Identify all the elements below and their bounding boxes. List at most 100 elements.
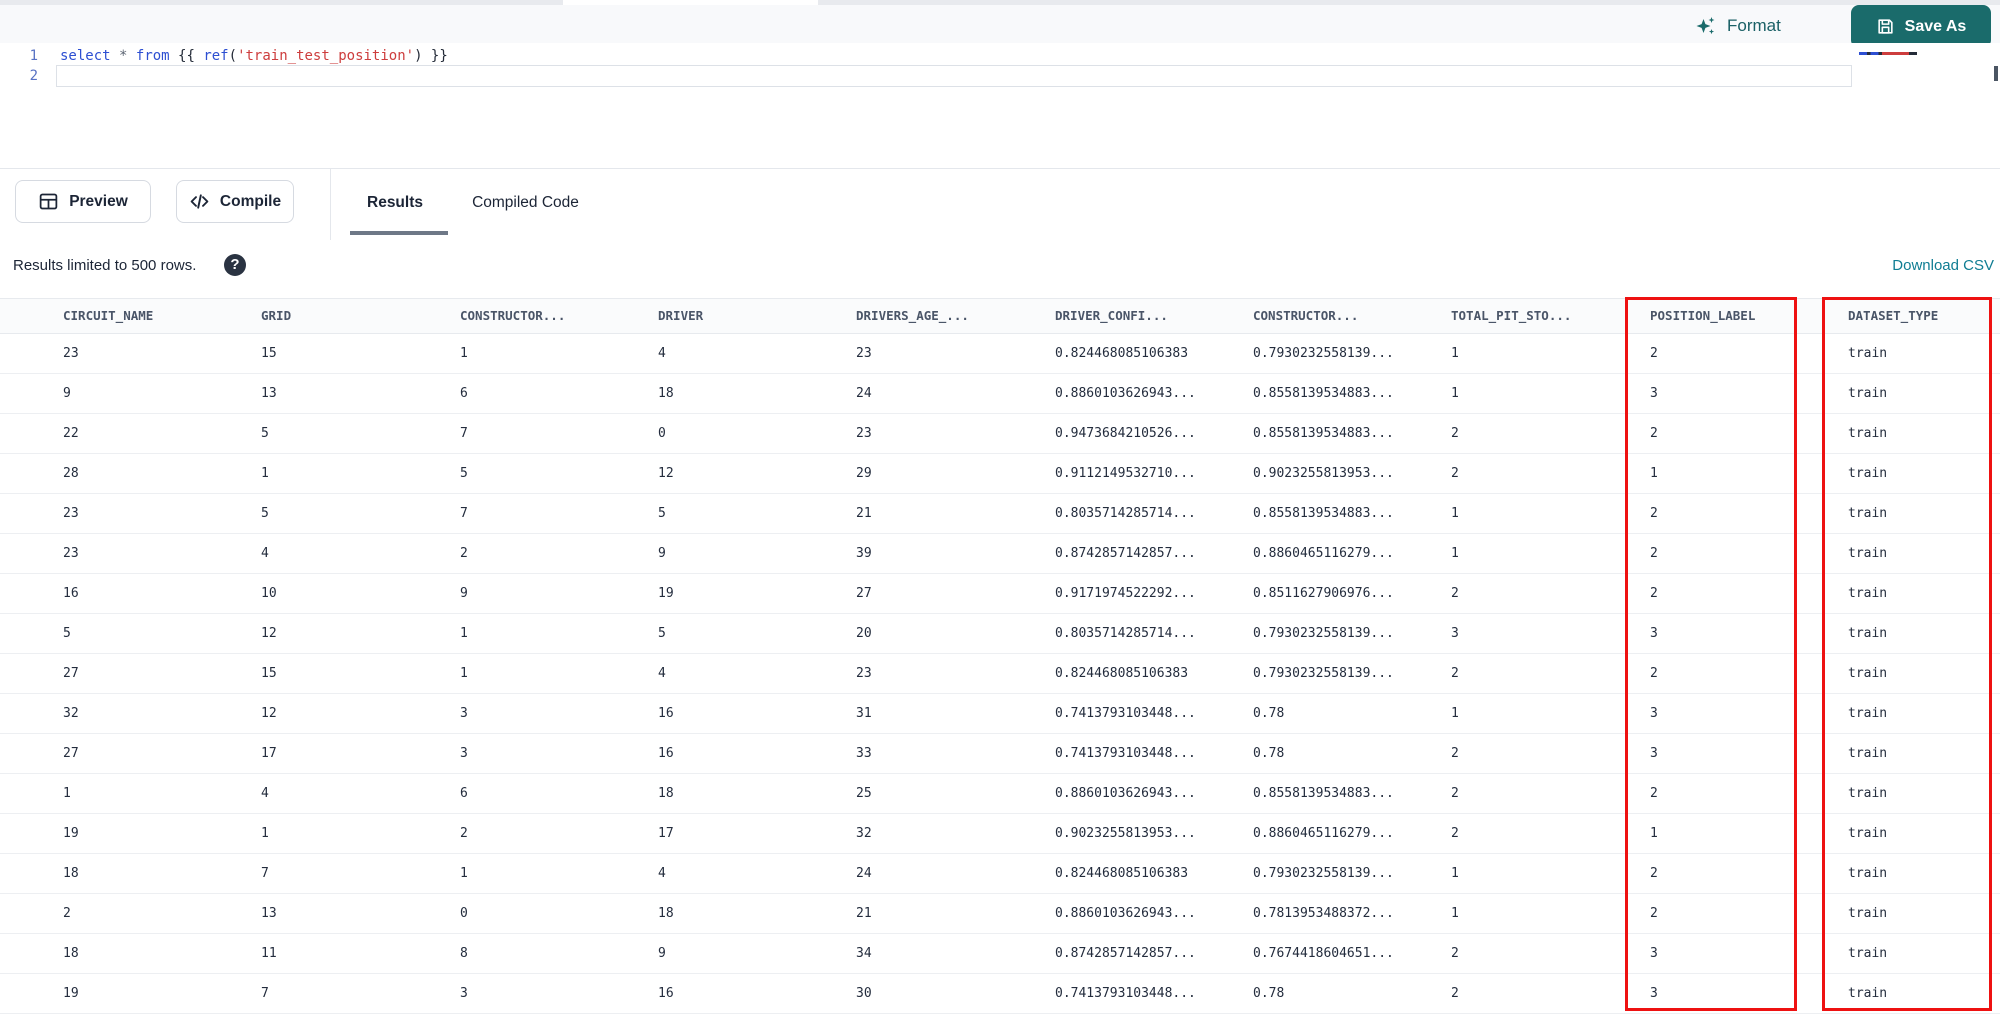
sql-editor[interactable]: 1 2 select * from {{ ref('train_test_pos…: [0, 43, 2000, 168]
help-icon[interactable]: ?: [224, 254, 246, 276]
table-cell: 0.9171974522292...: [1055, 586, 1196, 601]
minimap-code-line: [1859, 52, 1917, 55]
table-cell: 6: [460, 386, 468, 401]
table-cell: 4: [658, 346, 666, 361]
table-cell: 0: [460, 906, 468, 921]
table-cell: 25: [856, 786, 872, 801]
save-as-label: Save As: [1904, 17, 1967, 35]
table-cell: 2: [1451, 426, 1459, 441]
code-token: from: [135, 48, 170, 64]
table-cell: 0.7674418604651...: [1253, 946, 1394, 961]
table-cell: 16: [658, 746, 674, 761]
column-header: DRIVER_CONFI...: [1055, 308, 1168, 323]
table-cell: 18: [658, 386, 674, 401]
column-header: CIRCUIT_NAME: [63, 308, 154, 323]
table-cell: 0.8860465116279...: [1253, 546, 1394, 561]
table-cell: 6: [460, 786, 468, 801]
table-cell: 15: [261, 346, 277, 361]
code-line-1: select * from {{ ref('train_test_positio…: [60, 46, 448, 66]
tab-results[interactable]: Results: [360, 169, 430, 237]
table-cell: 0: [658, 426, 666, 441]
download-csv-link[interactable]: Download CSV: [1892, 257, 1994, 274]
save-as-button[interactable]: Save As: [1851, 5, 1991, 48]
table-cell: 2: [1451, 826, 1459, 841]
table-cell: 0.8558139534883...: [1253, 506, 1394, 521]
toolbar-divider: [330, 169, 331, 240]
line-number-1: 1: [29, 48, 38, 64]
table-cell: 0.824468085106383: [1055, 346, 1189, 361]
table-cell: 2: [1451, 946, 1459, 961]
table-cell: 1: [1451, 546, 1459, 561]
table-cell: 4: [658, 866, 666, 881]
column-header: TOTAL_PIT_STO...: [1451, 308, 1572, 323]
table-cell: 1: [1451, 346, 1459, 361]
compile-button[interactable]: Compile: [176, 180, 294, 223]
table-cell: 2: [1451, 586, 1459, 601]
highlight-box-dataset-type: [1822, 297, 1992, 1011]
table-cell: 16: [658, 706, 674, 721]
table-cell: 23: [63, 546, 79, 561]
table-cell: 8: [460, 946, 468, 961]
table-cell: 7: [261, 866, 269, 881]
table-cell: 0.8742857142857...: [1055, 946, 1196, 961]
sparkles-icon: [1694, 14, 1718, 38]
table-cell: 5: [261, 426, 269, 441]
table-cell: 3: [1451, 626, 1459, 641]
table-cell: 5: [63, 626, 71, 641]
table-cell: 0.8860103626943...: [1055, 786, 1196, 801]
row-limit-text: Results limited to 500 rows.: [13, 257, 197, 274]
table-cell: 19: [63, 826, 79, 841]
table-cell: 20: [856, 626, 872, 641]
preview-label: Preview: [69, 192, 128, 210]
table-cell: 0.7413793103448...: [1055, 706, 1196, 721]
results-info-bar: Results limited to 500 rows. ? Download …: [0, 240, 2000, 298]
table-cell: 0.9473684210526...: [1055, 426, 1196, 441]
column-header: DRIVERS_AGE_...: [856, 308, 969, 323]
code-token: ) }}: [414, 48, 448, 64]
table-cell: 2: [63, 906, 71, 921]
table-cell: 1: [1451, 386, 1459, 401]
table-cell: 0.7930232558139...: [1253, 346, 1394, 361]
table-cell: 7: [460, 426, 468, 441]
table-cell: 11: [261, 946, 277, 961]
tab-compiled-code[interactable]: Compiled Code: [463, 169, 588, 237]
table-cell: 0.8742857142857...: [1055, 546, 1196, 561]
table-cell: 0.78: [1253, 746, 1285, 761]
table-cell: 23: [856, 426, 872, 441]
dbt-ide-window: Format Save As 1 2 select * from {{ ref(…: [0, 0, 2000, 1020]
save-icon: [1876, 17, 1895, 36]
table-cell: 27: [63, 746, 79, 761]
table-cell: 27: [856, 586, 872, 601]
code-token: 'train_test_position': [237, 48, 415, 64]
table-cell: 7: [261, 986, 269, 1001]
table-cell: 1: [63, 786, 71, 801]
table-cell: 33: [856, 746, 872, 761]
editor-minimap[interactable]: [1855, 43, 2000, 168]
code-token: {{: [169, 48, 204, 64]
table-cell: 0.78: [1253, 986, 1285, 1001]
table-cell: 9: [658, 546, 666, 561]
table-cell: 4: [658, 666, 666, 681]
format-label: Format: [1727, 16, 1781, 35]
table-cell: 34: [856, 946, 872, 961]
table-cell: 2: [1451, 746, 1459, 761]
table-cell: 9: [63, 386, 71, 401]
column-header: CONSTRUCTOR...: [460, 308, 566, 323]
table-cell: 21: [856, 906, 872, 921]
table-cell: 0.7813953488372...: [1253, 906, 1394, 921]
table-cell: 21: [856, 506, 872, 521]
column-header: CONSTRUCTOR...: [1253, 308, 1359, 323]
table-cell: 18: [63, 866, 79, 881]
table-cell: 10: [261, 586, 277, 601]
table-cell: 1: [1451, 866, 1459, 881]
preview-button[interactable]: Preview: [15, 180, 151, 223]
table-cell: 2: [1451, 986, 1459, 1001]
table-cell: 24: [856, 386, 872, 401]
minimap-scrollbar[interactable]: [1994, 66, 1998, 81]
format-button[interactable]: Format: [1694, 9, 1781, 43]
table-cell: 18: [63, 946, 79, 961]
table-cell: 23: [856, 666, 872, 681]
table-cell: 1: [460, 866, 468, 881]
